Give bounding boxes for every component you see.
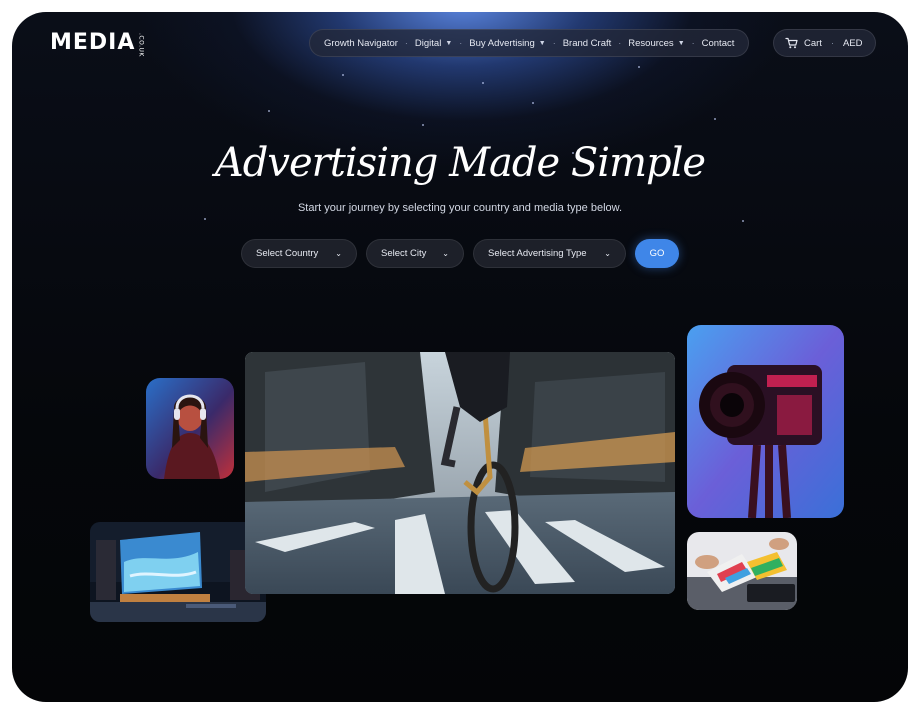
- nav-item-digital[interactable]: Digital ▼: [411, 38, 456, 49]
- chevron-down-icon: ⌄: [442, 249, 449, 258]
- chevron-down-icon: ⌄: [335, 249, 342, 258]
- nav-item-resources[interactable]: Resources ▼: [624, 38, 688, 49]
- nav-item-label: Digital: [414, 37, 442, 49]
- nav-separator: ·: [691, 38, 695, 48]
- star-decoration: [742, 220, 744, 222]
- nav-item-label: Resources: [628, 37, 674, 49]
- star-decoration: [638, 66, 640, 68]
- country-select-label: Select Country: [256, 248, 319, 259]
- star-decoration: [422, 124, 424, 126]
- page-frame: MEDIA .CO.UK Growth Navigator · Digital …: [12, 12, 908, 702]
- star-decoration: [532, 102, 534, 104]
- nav-item-growth-navigator[interactable]: Growth Navigator: [320, 38, 402, 49]
- film-camera-image: [687, 325, 844, 518]
- nav-item-label: Brand Craft: [562, 37, 612, 49]
- star-decoration: [714, 118, 716, 120]
- nav-separator: ·: [618, 38, 622, 48]
- star-decoration: [268, 110, 270, 112]
- cart-button[interactable]: Cart · AED: [773, 29, 876, 57]
- star-decoration: [204, 218, 206, 220]
- chevron-down-icon: ⌄: [604, 249, 611, 258]
- brand-logo[interactable]: MEDIA .CO.UK: [50, 32, 144, 57]
- logo-wordmark: MEDIA: [50, 30, 136, 55]
- chevron-down-icon: ▼: [445, 39, 453, 47]
- star-decoration: [342, 74, 344, 76]
- cart-separator: ·: [830, 38, 834, 48]
- chevron-down-icon: ▼: [538, 39, 546, 47]
- cart-icon: [785, 37, 798, 49]
- main-nav: Growth Navigator · Digital ▼ · Buy Adver…: [309, 29, 750, 57]
- chevron-down-icon: ▼: [677, 39, 685, 47]
- nav-separator: ·: [404, 38, 408, 48]
- country-select[interactable]: Select Country ⌄: [241, 239, 357, 268]
- city-select[interactable]: Select City ⌄: [366, 239, 464, 268]
- nav-item-brand-craft[interactable]: Brand Craft: [559, 38, 616, 49]
- nav-separator: ·: [459, 38, 463, 48]
- nav-item-contact[interactable]: Contact: [698, 38, 739, 49]
- star-decoration: [482, 82, 484, 84]
- designer-swatches-image: [687, 532, 797, 610]
- nav-separator: ·: [552, 38, 556, 48]
- advertising-type-select-label: Select Advertising Type: [488, 248, 587, 259]
- hero-title: Advertising Made Simple: [214, 140, 706, 186]
- nav-item-label: Contact: [701, 37, 735, 49]
- cyclist-street-image: [245, 352, 675, 594]
- nav-item-label: Growth Navigator: [324, 37, 398, 49]
- cart-label: Cart: [804, 37, 822, 49]
- hero-subtitle: Start your journey by selecting your cou…: [297, 202, 623, 214]
- city-select-label: Select City: [381, 248, 427, 259]
- headphones-woman-image: [146, 378, 234, 479]
- currency-label[interactable]: AED: [843, 38, 863, 49]
- go-button[interactable]: GO: [635, 239, 679, 268]
- advertising-type-select[interactable]: Select Advertising Type ⌄: [473, 239, 626, 268]
- nav-item-label: Buy Advertising: [469, 37, 535, 49]
- nav-item-buy-advertising[interactable]: Buy Advertising ▼: [465, 38, 549, 49]
- logo-domain-suffix: .CO.UK: [137, 33, 145, 57]
- billboard-city-image: [90, 522, 266, 622]
